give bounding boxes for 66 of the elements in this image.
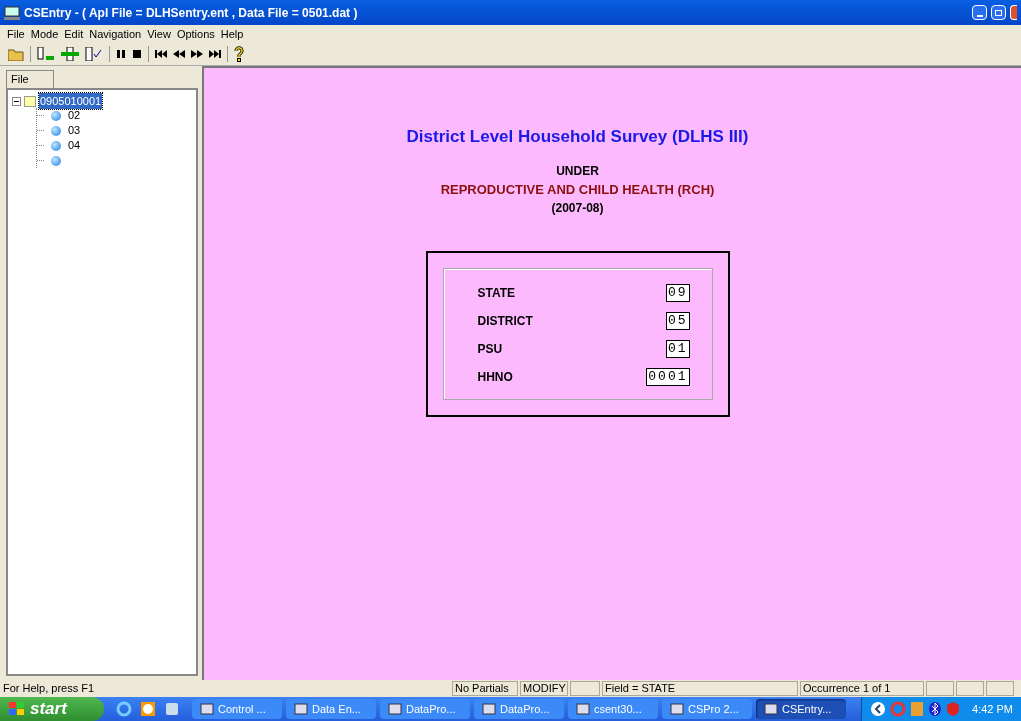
tree-item[interactable]: 03 xyxy=(68,122,81,139)
app-icon[interactable] xyxy=(164,701,180,717)
close-button[interactable] xyxy=(1010,5,1017,20)
tree-item[interactable]: 04 xyxy=(68,137,81,154)
field-label: DISTRICT xyxy=(477,312,533,330)
record-insert-icon[interactable] xyxy=(61,47,79,61)
heading-text: REPRODUCTIVE AND CHILD HEALTH (RCH) xyxy=(440,180,715,199)
window-icon xyxy=(576,703,590,715)
heading-text: UNDER xyxy=(556,162,599,180)
folder-icon[interactable] xyxy=(8,47,24,61)
menu-item[interactable]: Help xyxy=(217,25,247,43)
status-text: For Help, press F1 xyxy=(2,681,96,696)
field-label: HHNO xyxy=(477,368,513,386)
field-label: PSU xyxy=(477,340,503,358)
tree-item[interactable]: 0905010001 xyxy=(39,92,103,110)
previous-icon[interactable] xyxy=(173,49,185,59)
input-field[interactable]: 0001 xyxy=(646,367,690,386)
clock: 4:42 PM xyxy=(972,701,1013,717)
input-field[interactable]: 01 xyxy=(665,339,690,358)
bluetooth-icon[interactable] xyxy=(928,701,943,717)
menu-item[interactable]: Edit xyxy=(61,25,87,43)
input-field[interactable]: 05 xyxy=(665,311,690,330)
input-field[interactable]: 09 xyxy=(665,283,690,302)
window-icon xyxy=(388,703,402,715)
status-panel xyxy=(956,681,984,696)
window-icon xyxy=(764,703,778,715)
case-icon xyxy=(24,95,36,107)
windows-logo-icon xyxy=(8,701,26,717)
status-text: No Partials xyxy=(452,681,518,696)
minimize-button[interactable] xyxy=(972,5,987,20)
pause-icon[interactable] xyxy=(116,49,126,59)
status-text: MODIFY xyxy=(520,681,568,696)
heading-text: (2007-08) xyxy=(551,200,604,217)
status-panel xyxy=(926,681,954,696)
clock-icon[interactable] xyxy=(140,701,156,717)
window-icon xyxy=(670,703,684,715)
first-icon[interactable] xyxy=(155,49,167,59)
stop-icon[interactable] xyxy=(132,49,142,59)
chevron-left-icon[interactable] xyxy=(870,701,887,717)
restore-button[interactable] xyxy=(991,5,1006,20)
sidebar-tab[interactable]: File xyxy=(6,70,54,88)
computer-icon xyxy=(4,5,20,20)
status-text: Occurrence 1 of 1 xyxy=(800,681,924,696)
status-panel xyxy=(570,681,600,696)
window-icon xyxy=(294,703,308,715)
next-icon[interactable] xyxy=(191,49,203,59)
window-icon xyxy=(200,703,214,715)
window-title: CSEntry - ( Apl File = DLHSentry.ent , Data File = 0501.dat ) xyxy=(24,4,358,22)
menu-item[interactable]: View xyxy=(144,25,174,43)
menu-item[interactable]: Mode xyxy=(27,25,62,43)
browser-icon[interactable] xyxy=(116,701,132,717)
record-add-icon[interactable] xyxy=(37,47,55,61)
field-label: STATE xyxy=(477,284,516,302)
tree-item[interactable]: 02 xyxy=(68,107,81,124)
record-check-icon[interactable] xyxy=(85,47,103,61)
menu-item[interactable]: Navigation xyxy=(86,25,145,43)
last-icon[interactable] xyxy=(209,49,221,59)
heading-text: District Level Household Survey (DLHS III) xyxy=(406,126,749,148)
status-text: Field = STATE xyxy=(602,681,798,696)
window-icon xyxy=(482,703,496,715)
taskbar-button[interactable]: CSEntry... xyxy=(756,699,846,719)
collapse-icon[interactable] xyxy=(12,96,21,106)
menu-item[interactable]: File xyxy=(4,25,28,43)
status-panel xyxy=(986,681,1014,696)
menu-item[interactable]: Options xyxy=(173,25,218,43)
help-icon[interactable] xyxy=(234,46,244,62)
